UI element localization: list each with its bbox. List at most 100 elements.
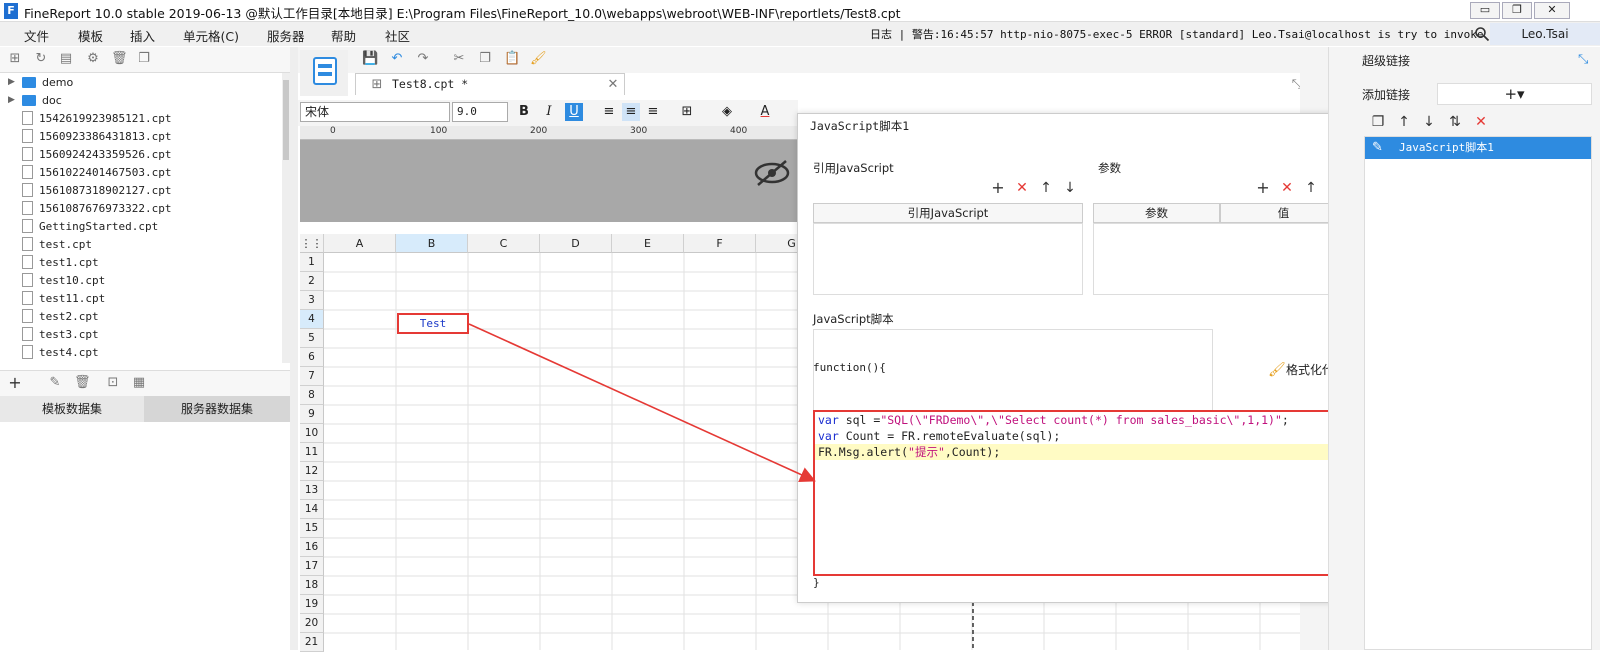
underline-button[interactable]: U <box>565 103 583 121</box>
remove-ref-icon[interactable]: ✕ <box>1014 180 1030 196</box>
align-right-button[interactable]: ≡ <box>644 103 662 121</box>
format-brush-icon[interactable]: 🖌 <box>1268 362 1286 378</box>
sort-icon[interactable]: ⇅ <box>1447 114 1463 130</box>
add-dataset-icon[interactable]: + <box>8 375 22 391</box>
edit-icon[interactable]: ✎ <box>48 376 62 390</box>
tree-file[interactable]: 1561087318902127.cpt <box>22 181 171 199</box>
menu-cell[interactable]: 单元格(C) <box>183 26 239 45</box>
tree-file[interactable]: test2.cpt <box>22 307 99 325</box>
tree-file[interactable]: test1.cpt <box>22 253 99 271</box>
column-header[interactable]: B <box>396 234 468 253</box>
row-header[interactable]: 21 <box>300 633 324 652</box>
row-header[interactable]: 1 <box>300 253 324 272</box>
tree-file[interactable]: test11.cpt <box>22 289 105 307</box>
move-up-icon[interactable]: ↑ <box>1396 114 1412 130</box>
minimize-button[interactable]: ▭ <box>1470 2 1500 19</box>
row-header[interactable]: 6 <box>300 348 324 367</box>
copy-icon[interactable]: ❐ <box>1370 114 1386 130</box>
column-header[interactable]: D <box>540 234 612 253</box>
user-account[interactable]: Leo.Tsai <box>1490 23 1600 45</box>
bold-button[interactable]: B <box>515 103 533 121</box>
save-icon[interactable]: 💾 <box>362 52 378 66</box>
add-param-icon[interactable]: + <box>1255 180 1271 196</box>
tree-scrollbar-thumb[interactable] <box>283 80 289 160</box>
row-header[interactable]: 17 <box>300 557 324 576</box>
row-header[interactable]: 16 <box>300 538 324 557</box>
row-header[interactable]: 11 <box>300 443 324 462</box>
move-down-icon[interactable]: ↓ <box>1062 180 1078 196</box>
row-header[interactable]: 4 <box>300 310 324 329</box>
font-size-select[interactable]: 9.0 <box>452 102 508 122</box>
font-color-button[interactable]: A <box>756 103 774 121</box>
restore-button[interactable]: ❐ <box>1502 2 1532 19</box>
tree-file[interactable]: 1542619923985121.cpt <box>22 109 171 127</box>
close-tab-icon[interactable]: ✕ <box>606 78 620 92</box>
tree-folder-demo[interactable]: ▶ demo <box>8 73 73 91</box>
search-icon[interactable] <box>1474 26 1490 42</box>
row-header[interactable]: 13 <box>300 481 324 500</box>
row-header[interactable]: 10 <box>300 424 324 443</box>
tree-file[interactable]: test.cpt <box>22 235 92 253</box>
menu-community[interactable]: 社区 <box>385 26 410 45</box>
preview-icon[interactable]: ⊡ <box>106 376 120 390</box>
row-header[interactable]: 9 <box>300 405 324 424</box>
row-header[interactable]: 5 <box>300 329 324 348</box>
tree-file[interactable]: 1560924243359526.cpt <box>22 145 171 163</box>
hyperlink-list[interactable] <box>1364 136 1592 650</box>
add-ref-icon[interactable]: + <box>990 180 1006 196</box>
menu-file[interactable]: 文件 <box>24 26 49 45</box>
new-folder-icon[interactable]: ⊞ <box>8 52 22 66</box>
panel-splitter[interactable] <box>290 47 298 650</box>
row-header[interactable]: 20 <box>300 614 324 633</box>
select-all-corner[interactable]: ⋮⋮ <box>300 234 324 253</box>
hyperlink-item[interactable]: JavaScript脚本1 <box>1365 137 1591 159</box>
close-button[interactable]: ✕ <box>1534 2 1570 19</box>
font-family-select[interactable]: 宋体 <box>300 102 450 122</box>
border-button[interactable]: ⊞ <box>678 103 696 121</box>
log-status[interactable]: 日志 | 警告:16:45:57 http-nio-8075-exec-5 ER… <box>870 26 1523 42</box>
tree-file[interactable]: test10.cpt <box>22 271 105 289</box>
move-up-icon[interactable]: ↑ <box>1038 180 1054 196</box>
menu-template[interactable]: 模板 <box>78 26 103 45</box>
row-header[interactable]: 8 <box>300 386 324 405</box>
row-header[interactable]: 12 <box>300 462 324 481</box>
row-header[interactable]: 3 <box>300 291 324 310</box>
tree-file[interactable]: 1561087676973322.cpt <box>22 199 171 217</box>
column-header[interactable]: C <box>468 234 540 253</box>
menu-server[interactable]: 服务器 <box>267 26 305 45</box>
tree-file[interactable]: test3.cpt <box>22 325 99 343</box>
add-link-button[interactable]: +▾ <box>1437 83 1592 105</box>
italic-button[interactable]: I <box>540 103 558 121</box>
selected-cell-b4[interactable]: Test <box>397 313 469 334</box>
undo-icon[interactable]: ↶ <box>390 52 404 66</box>
redo-icon[interactable]: ↷ <box>416 52 430 66</box>
tree-folder-doc[interactable]: ▶ doc <box>8 91 62 109</box>
tree-file[interactable]: 1561022401467503.cpt <box>22 163 171 181</box>
align-center-button[interactable]: ≡ <box>622 103 640 121</box>
move-up-icon[interactable]: ↑ <box>1303 180 1319 196</box>
code-editor[interactable]: var sql ="SQL(\"FRDemo\",\"Select count(… <box>813 410 1351 576</box>
column-header[interactable]: E <box>612 234 684 253</box>
collapse-icon[interactable]: ⤡ <box>1578 52 1588 67</box>
delete-icon[interactable]: 🗑 <box>74 376 91 390</box>
menu-insert[interactable]: 插入 <box>130 26 155 45</box>
row-header[interactable]: 2 <box>300 272 324 291</box>
column-header[interactable]: A <box>324 234 396 253</box>
format-brush-icon[interactable]: 🖌 <box>530 52 547 66</box>
template-icon[interactable] <box>300 50 348 96</box>
row-header[interactable]: 19 <box>300 595 324 614</box>
row-header[interactable]: 15 <box>300 519 324 538</box>
move-down-icon[interactable]: ↓ <box>1421 114 1437 130</box>
delete-icon[interactable]: 🗑 <box>111 52 128 66</box>
delete-link-icon[interactable]: ✕ <box>1473 114 1489 130</box>
ref-js-list[interactable] <box>813 223 1083 295</box>
column-header[interactable]: F <box>684 234 756 253</box>
tree-file[interactable]: GettingStarted.cpt <box>22 217 158 235</box>
tree-file[interactable]: test4.cpt <box>22 343 99 361</box>
fill-color-button[interactable]: ◈ <box>718 103 736 121</box>
open-icon[interactable]: ▤ <box>59 52 73 66</box>
params-table[interactable] <box>1093 223 1347 295</box>
tab-server-dataset[interactable]: 服务器数据集 <box>144 396 290 422</box>
tree-file[interactable]: 1560923386431813.cpt <box>22 127 171 145</box>
tab-template-dataset[interactable]: 模板数据集 <box>0 396 144 422</box>
